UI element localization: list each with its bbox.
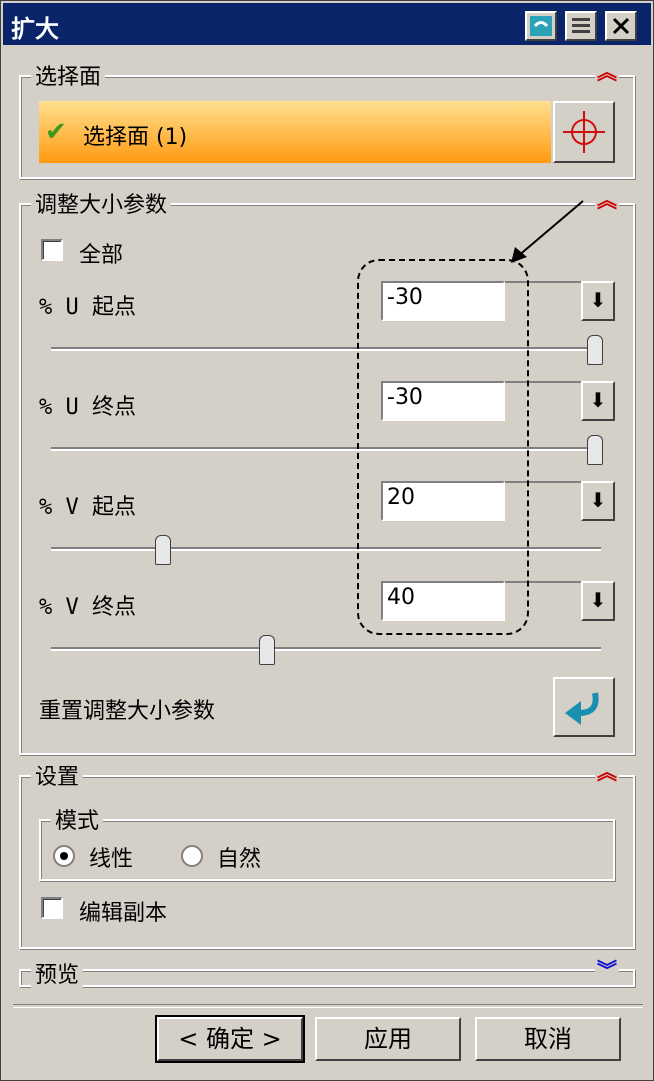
dialog-window: 扩大 选择面 ︽ ✔ 选择面 (1) 调整大小参数 ︽ 全部 % U 起点 -3… (0, 0, 654, 1081)
reset-params-button[interactable] (553, 677, 615, 737)
collapse-chevron-icon[interactable]: ︽ (595, 190, 619, 210)
v-end-slider-thumb[interactable] (259, 635, 275, 665)
resize-params-group: 调整大小参数 ︽ (19, 187, 635, 755)
ok-button[interactable]: < 确定 > (155, 1015, 305, 1063)
dropdown-arrow-icon: ⬇ (589, 288, 607, 312)
highlight-annotation (357, 259, 529, 635)
preview-group-label: 预览 (31, 957, 84, 989)
annotation-arrow-icon (511, 200, 584, 263)
mode-natural-label: 自然 (217, 847, 262, 872)
mode-linear-radio[interactable] (53, 845, 75, 867)
selection-label: 选择面 (1) (83, 125, 188, 150)
u-start-dropdown[interactable]: ⬇ (581, 281, 615, 321)
u-end-label: % U 终点 (39, 395, 136, 420)
all-label: 全部 (79, 243, 124, 268)
reset-label: 重置调整大小参数 (39, 699, 216, 724)
expand-chevron-icon[interactable]: ︾ (595, 960, 619, 980)
collapse-chevron-icon[interactable]: ︽ (595, 762, 619, 782)
window-title: 扩大 (11, 15, 59, 43)
close-button[interactable] (605, 11, 637, 41)
dropdown-arrow-icon: ⬇ (589, 588, 607, 612)
menu-lines-icon (572, 18, 590, 33)
reset-arrow-icon (565, 692, 599, 725)
edit-copy-label: 编辑副本 (79, 901, 168, 926)
v-end-label: % V 终点 (39, 595, 136, 620)
dropdown-arrow-icon: ⬇ (589, 388, 607, 412)
mode-natural-radio[interactable] (181, 845, 203, 867)
select-object-button[interactable] (553, 101, 615, 163)
button-separator (13, 1004, 643, 1008)
collapse-chevron-icon[interactable]: ︽ (595, 62, 619, 82)
v-start-label: % V 起点 (39, 495, 136, 520)
check-icon: ✔ (45, 117, 67, 147)
v-start-slider-thumb[interactable] (155, 535, 171, 565)
all-checkbox[interactable] (41, 239, 63, 261)
resize-group-label: 调整大小参数 (31, 187, 172, 219)
crosshair-icon (563, 111, 605, 153)
mode-linear-label: 线性 (89, 847, 134, 872)
select-face-group-label: 选择面 (31, 59, 106, 91)
cancel-button[interactable]: 取消 (475, 1017, 621, 1061)
preview-group: 预览 ︾ (19, 957, 635, 989)
u-end-slider-thumb[interactable] (587, 435, 603, 465)
v-start-dropdown[interactable]: ⬇ (581, 481, 615, 521)
u-end-dropdown[interactable]: ⬇ (581, 381, 615, 421)
title-bar[interactable]: 扩大 (3, 3, 651, 45)
mode-group-label: 模式 (51, 803, 104, 835)
v-end-dropdown[interactable]: ⬇ (581, 581, 615, 621)
v-end-slider-track[interactable] (51, 647, 601, 651)
dropdown-arrow-icon: ⬇ (589, 488, 607, 512)
menu-button[interactable] (565, 11, 597, 41)
close-icon (612, 17, 630, 35)
u-start-label: % U 起点 (39, 295, 136, 320)
edit-copy-checkbox[interactable] (41, 897, 63, 919)
apply-button[interactable]: 应用 (315, 1017, 461, 1061)
u-start-slider-thumb[interactable] (587, 335, 603, 365)
reset-dialog-button[interactable] (525, 11, 557, 41)
settings-group-label: 设置 (31, 759, 84, 791)
dialog-reset-icon (530, 16, 552, 36)
